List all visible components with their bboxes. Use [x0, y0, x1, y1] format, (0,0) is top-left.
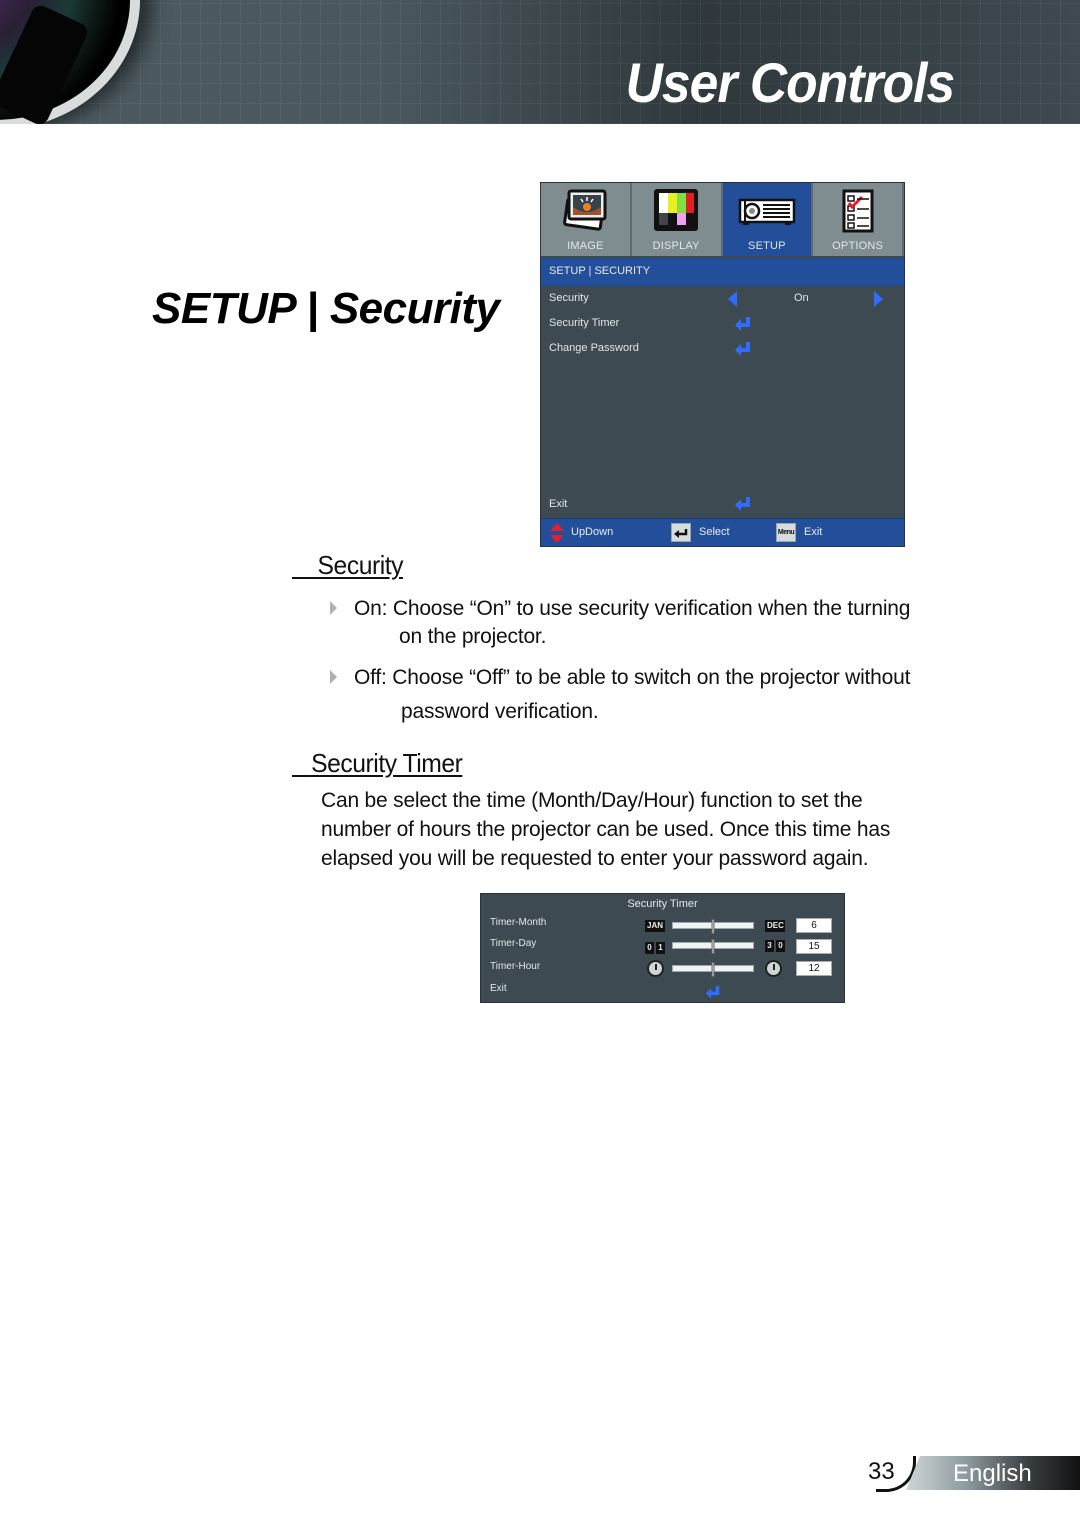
clock-end-icon [765, 960, 782, 977]
bullet-on-line2: on the projector. [399, 625, 547, 648]
timer-desc-line1: Can be select the time (Month/Day/Hour) … [321, 789, 863, 812]
tab-image-label: IMAGE [567, 240, 604, 252]
osd-item-change-password[interactable]: Change Password [549, 342, 639, 354]
osd-tab-bar: IMAGE DISPLAY SETUP OPTIONS [541, 183, 904, 256]
slider-thumb[interactable] [711, 962, 715, 977]
arrow-right-icon[interactable] [874, 291, 883, 307]
bullet-off-line2: password verification. [401, 700, 599, 723]
image-icon [563, 189, 607, 231]
osd-breadcrumb: SETUP | SECURITY [541, 258, 904, 286]
heading-indent [292, 748, 311, 778]
page-number: 33 [868, 1458, 895, 1485]
tab-image[interactable]: IMAGE [541, 183, 632, 256]
security-timer-heading-text: Security Timer [311, 748, 463, 778]
projector-icon [738, 198, 796, 225]
chapter-title: User Controls [625, 51, 955, 114]
enter-icon[interactable] [705, 985, 721, 1000]
osd-item-security[interactable]: Security [549, 292, 589, 304]
enter-icon[interactable] [734, 341, 752, 357]
osd-security-timer-panel: Security Timer Timer-Month JAN DEC 6 Tim… [480, 893, 845, 1003]
security-value: On [794, 292, 809, 304]
tab-options[interactable]: OPTIONS [813, 183, 904, 256]
timer-day-value[interactable]: 15 [796, 939, 832, 954]
osd-item-exit[interactable]: Exit [549, 498, 567, 510]
enter-icon[interactable] [734, 316, 752, 332]
timer-hour-slider[interactable] [672, 962, 754, 977]
display-test-pattern-icon [654, 189, 699, 231]
heading-indent [292, 550, 318, 580]
calendar-dec-icon: DEC [765, 920, 785, 932]
security-heading-text: Security [317, 550, 404, 580]
enter-key-icon [671, 523, 691, 542]
timer-month-value[interactable]: 6 [796, 918, 832, 933]
day-start-digit-0-icon: 0 [645, 942, 654, 954]
bullet-arrow-icon [330, 601, 337, 615]
timer-exit[interactable]: Exit [490, 983, 507, 994]
language-label: English [953, 1460, 1032, 1487]
tab-display-label: DISPLAY [652, 240, 700, 252]
hint-select: Select [699, 526, 730, 538]
timer-day-label: Timer-Day [490, 938, 537, 949]
timer-month-label: Timer-Month [490, 917, 547, 928]
enter-icon[interactable] [734, 496, 752, 512]
up-down-arrows-icon [550, 523, 564, 543]
timer-month-slider[interactable] [672, 919, 754, 934]
hint-exit: Exit [804, 526, 823, 538]
security-heading: Security [292, 550, 404, 581]
osd-hint-bar: UpDown Select Menu Exit [541, 518, 904, 546]
tab-options-label: OPTIONS [832, 240, 884, 252]
section-title: SETUP | Security [152, 284, 500, 333]
bullet-on-line1: On: Choose “On” to use security verifica… [354, 597, 911, 620]
timer-desc-line2: number of hours the projector can be use… [321, 818, 891, 841]
calendar-jan-icon: JAN [645, 920, 665, 932]
osd-setup-security-menu: IMAGE DISPLAY SETUP OPTIONS SETUP | SECU… [540, 182, 905, 547]
osd-item-security-timer[interactable]: Security Timer [549, 317, 619, 329]
bullet-off-line1: Off: Choose “Off” to be able to switch o… [354, 666, 911, 689]
bullet-arrow-icon [330, 670, 337, 684]
timer-hour-label: Timer-Hour [490, 961, 541, 972]
slider-thumb[interactable] [711, 939, 715, 954]
checklist-icon [842, 189, 874, 233]
clock-start-icon [647, 960, 664, 977]
tab-setup-label: SETUP [748, 240, 786, 252]
day-end-digit-3-icon: 3 [765, 940, 774, 952]
tab-display[interactable]: DISPLAY [631, 183, 723, 256]
timer-hour-value[interactable]: 12 [796, 961, 832, 976]
menu-key-icon: Menu [776, 523, 796, 542]
tab-setup[interactable]: SETUP [722, 183, 814, 256]
lens-graphic [0, 0, 140, 124]
day-start-digit-1-icon: 1 [656, 942, 665, 954]
header-banner: User Controls [0, 0, 1080, 124]
arrow-left-icon[interactable] [728, 291, 737, 307]
slider-thumb[interactable] [711, 919, 715, 934]
timer-panel-title: Security Timer [627, 898, 698, 910]
day-end-digit-0-icon: 0 [776, 940, 785, 952]
security-timer-heading: Security Timer [292, 748, 463, 779]
timer-day-slider[interactable] [672, 939, 754, 954]
timer-desc-line3: elapsed you will be requested to enter y… [321, 847, 869, 870]
hint-updown: UpDown [571, 526, 614, 538]
